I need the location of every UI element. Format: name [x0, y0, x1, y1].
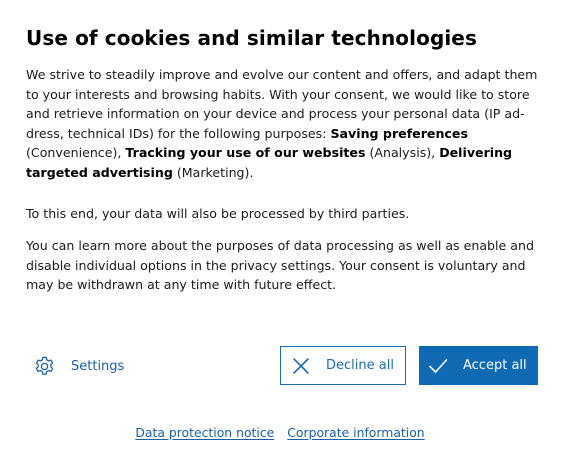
learn-more-paragraph: You can learn more about the purposes of…: [26, 238, 534, 292]
data-protection-link[interactable]: Data protection notice: [135, 425, 274, 440]
gear-icon: [33, 355, 56, 378]
footer-links: Data protection notice Corporate informa…: [0, 425, 563, 440]
settings-button[interactable]: Settings: [33, 353, 124, 379]
purpose-marketing-category: (Marketing).: [172, 164, 254, 180]
settings-label: Settings: [71, 358, 125, 374]
intro-paragraph: We strive to steadily improve and evolve…: [26, 65, 544, 182]
purpose-tracking: Tracking your use of our websites: [125, 145, 366, 160]
dialog-title: Use of cookies and similar technologies: [26, 26, 477, 50]
purpose-convenience-category: (Convenience),: [26, 145, 126, 160]
close-icon: [290, 355, 312, 377]
corporate-information-link[interactable]: Corporate information: [287, 425, 424, 440]
decline-all-button[interactable]: Decline all: [280, 346, 406, 385]
accept-all-label: Accept all: [463, 358, 527, 373]
cookie-consent-dialog: Use of cookies and similar technologies …: [0, 0, 563, 467]
check-icon: [427, 355, 449, 377]
third-parties-paragraph: To this end, your data will also be proc…: [26, 206, 410, 221]
accept-all-button[interactable]: Accept all: [419, 346, 538, 385]
purpose-analysis-category: (Analysis),: [365, 145, 440, 160]
purpose-saving-preferences: Saving preferences: [330, 125, 468, 141]
decline-all-label: Decline all: [326, 358, 394, 373]
